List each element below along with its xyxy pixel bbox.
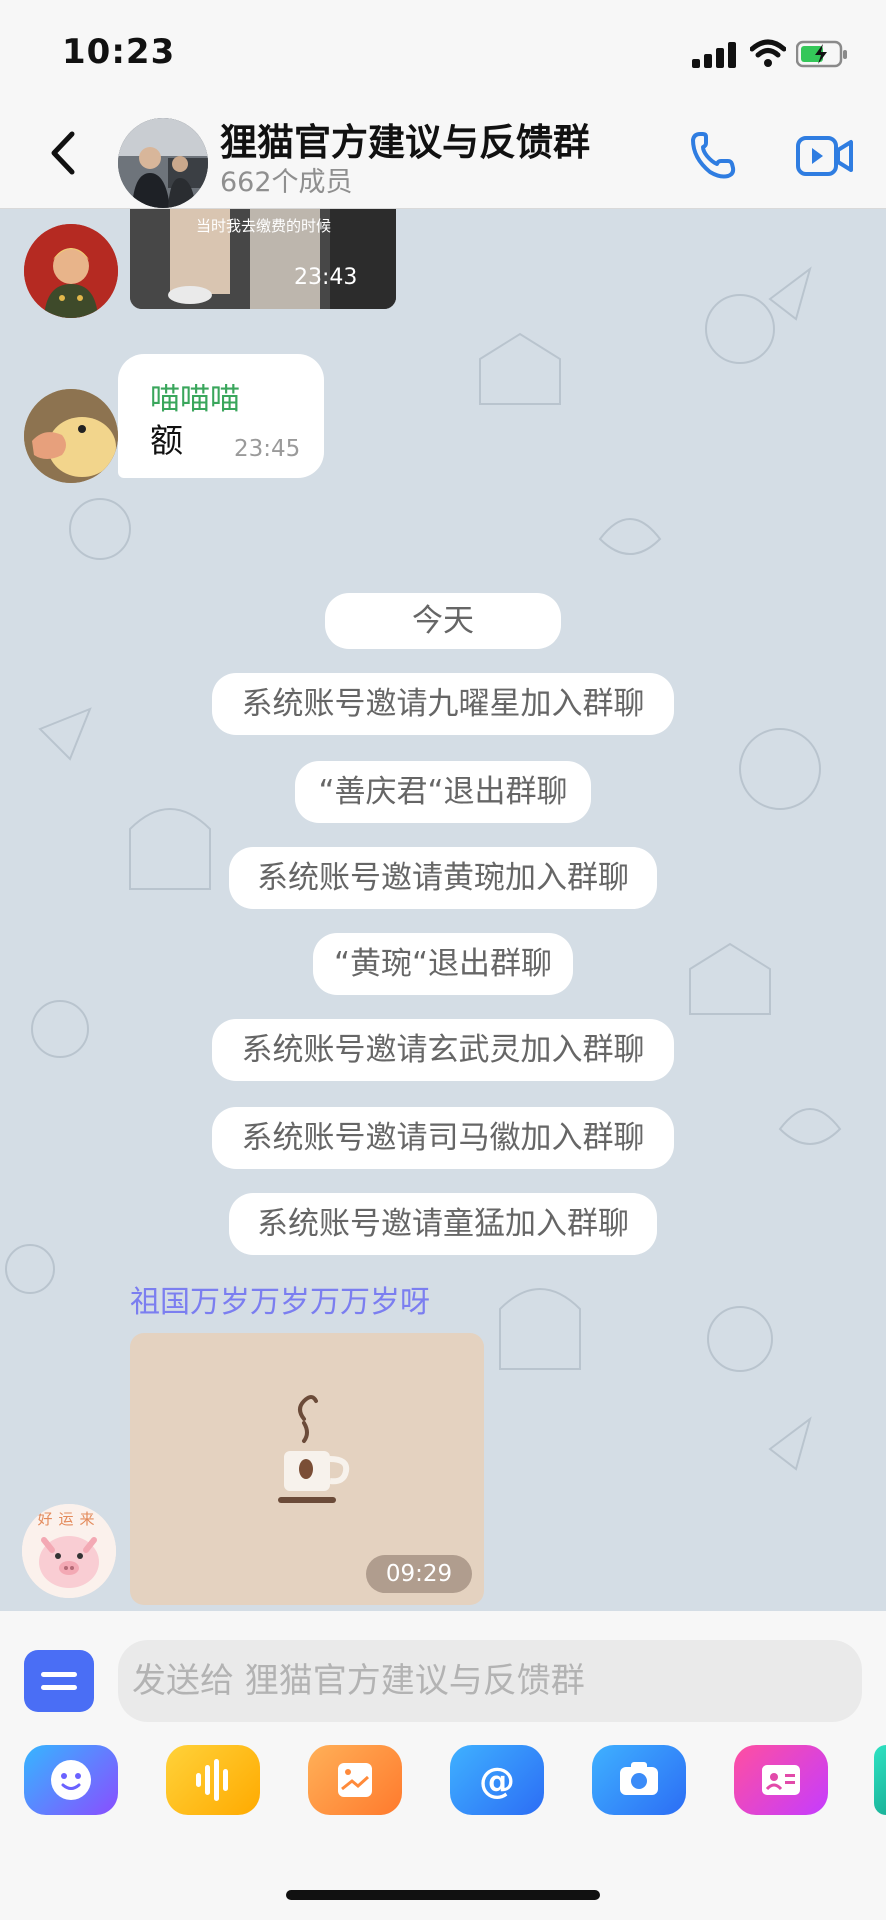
- message-bubble[interactable]: 喵喵喵 额 23:45: [118, 354, 324, 478]
- system-message: 系统账号邀请童猛加入群聊: [229, 1193, 657, 1255]
- emoji-icon: [51, 1760, 91, 1800]
- wifi-icon: [750, 39, 786, 67]
- sender-avatar[interactable]: 好运来: [22, 1504, 116, 1598]
- battery-charging-icon: [796, 40, 847, 68]
- coffee-cup-icon: [278, 1395, 350, 1503]
- home-indicator: [286, 1890, 600, 1900]
- sender-avatar[interactable]: [24, 389, 118, 483]
- contact-card-icon: [762, 1765, 800, 1795]
- group-title[interactable]: 狸猫官方建议与反馈群: [220, 112, 590, 166]
- message-input[interactable]: 发送给 狸猫官方建议与反馈群: [118, 1640, 862, 1722]
- avatar-text: 好运来: [37, 1510, 101, 1528]
- system-message: 系统账号邀请玄武灵加入群聊: [212, 1019, 674, 1081]
- status-time: 10:23: [62, 32, 176, 72]
- message-time: 23:45: [234, 436, 301, 462]
- camera-icon: [620, 1762, 658, 1795]
- image-button[interactable]: [308, 1745, 402, 1815]
- system-message: “黄琬“退出群聊: [313, 933, 573, 995]
- message-text: 额: [150, 421, 183, 460]
- message-time: 23:43: [294, 265, 358, 290]
- sender-avatar[interactable]: [24, 224, 118, 318]
- contact-card-button[interactable]: [734, 1745, 828, 1815]
- image-caption: 当时我去缴费的时候: [196, 217, 332, 235]
- camera-button[interactable]: [592, 1745, 686, 1815]
- system-message: “善庆君“退出群聊: [295, 761, 591, 823]
- sender-name[interactable]: 祖国万岁万岁万万岁呀: [130, 1277, 430, 1321]
- back-chevron-icon[interactable]: [42, 128, 82, 178]
- sender-name[interactable]: 喵喵喵: [150, 374, 240, 418]
- image-message[interactable]: 当时我去缴费的时候 23:43: [130, 209, 396, 309]
- emoji-button[interactable]: [24, 1745, 118, 1815]
- voice-button[interactable]: [166, 1745, 260, 1815]
- image-icon: [338, 1763, 372, 1797]
- phone-call-icon[interactable]: [688, 130, 738, 180]
- video-call-icon[interactable]: [796, 134, 854, 178]
- voice-icon: [196, 1759, 228, 1801]
- mention-icon: @: [479, 1761, 515, 1802]
- more-tools-button[interactable]: [874, 1745, 886, 1815]
- mention-button[interactable]: @: [450, 1745, 544, 1815]
- day-divider: 今天: [325, 593, 561, 649]
- message-time: 09:29: [366, 1555, 472, 1593]
- group-avatar[interactable]: [118, 118, 208, 208]
- svg-text:@: @: [479, 1761, 515, 1802]
- chat-area[interactable]: 当时我去缴费的时候 23:43 喵喵喵 额 23:45 今天 系统账号邀请九曜星…: [0, 209, 886, 1611]
- system-message: 系统账号邀请九曜星加入群聊: [212, 673, 674, 735]
- menu-button[interactable]: [24, 1650, 94, 1712]
- member-count[interactable]: 662个成员: [220, 160, 353, 199]
- cellular-signal-icon: [692, 42, 736, 68]
- system-message: 系统账号邀请黄琬加入群聊: [229, 847, 657, 909]
- menu-lines-icon: [41, 1672, 77, 1690]
- sticker-message[interactable]: 09:29: [130, 1333, 484, 1605]
- system-message: 系统账号邀请司马徽加入群聊: [212, 1107, 674, 1169]
